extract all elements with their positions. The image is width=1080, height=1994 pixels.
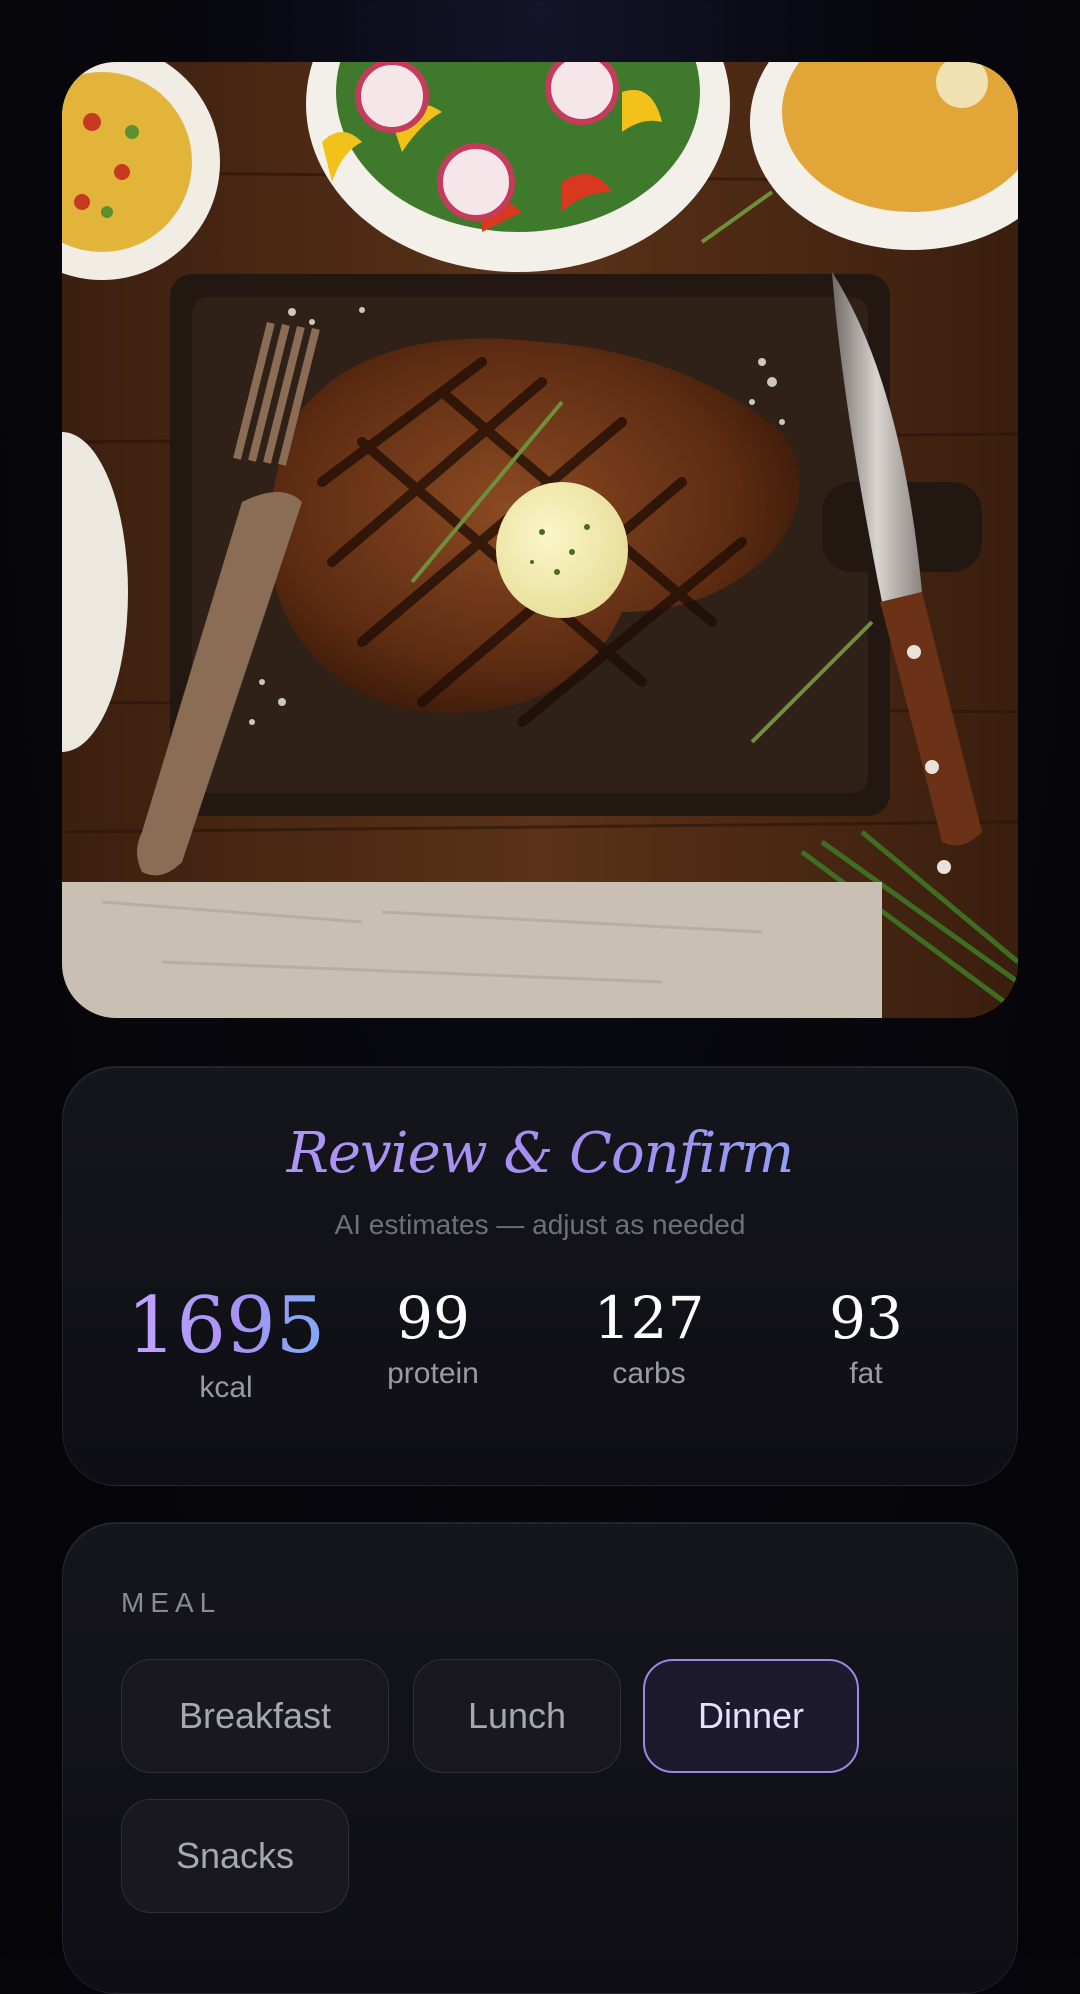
review-subtitle: AI estimates — adjust as needed: [334, 1209, 746, 1240]
kcal-label: kcal: [199, 1371, 253, 1404]
fat-value[interactable]: 93: [756, 1286, 976, 1351]
kcal-value[interactable]: 1695: [116, 1287, 336, 1365]
stat-protein[interactable]: 99 protein: [323, 1286, 543, 1391]
meal-section-label: MEAL: [121, 1587, 222, 1618]
meal-option-lunch[interactable]: Lunch: [413, 1659, 621, 1773]
protein-label: protein: [387, 1356, 479, 1390]
meal-option-dinner[interactable]: Dinner: [643, 1659, 859, 1773]
stat-kcal[interactable]: 1695 kcal: [116, 1287, 336, 1405]
carbs-value[interactable]: 127: [539, 1286, 759, 1351]
review-title: Review & Confirm: [63, 1121, 1017, 1186]
fat-label: fat: [849, 1356, 883, 1390]
protein-value[interactable]: 99: [323, 1286, 543, 1351]
stat-carbs[interactable]: 127 carbs: [539, 1286, 759, 1391]
stat-fat[interactable]: 93 fat: [756, 1286, 976, 1391]
meal-option-snacks[interactable]: Snacks: [121, 1799, 349, 1913]
meal-option-breakfast[interactable]: Breakfast: [121, 1659, 389, 1773]
carbs-label: carbs: [612, 1356, 686, 1390]
meal-card: MEAL Breakfast Lunch Dinner Snacks: [62, 1522, 1018, 1994]
food-photo: [62, 62, 1018, 1018]
review-card: Review & Confirm AI estimates — adjust a…: [62, 1066, 1018, 1486]
